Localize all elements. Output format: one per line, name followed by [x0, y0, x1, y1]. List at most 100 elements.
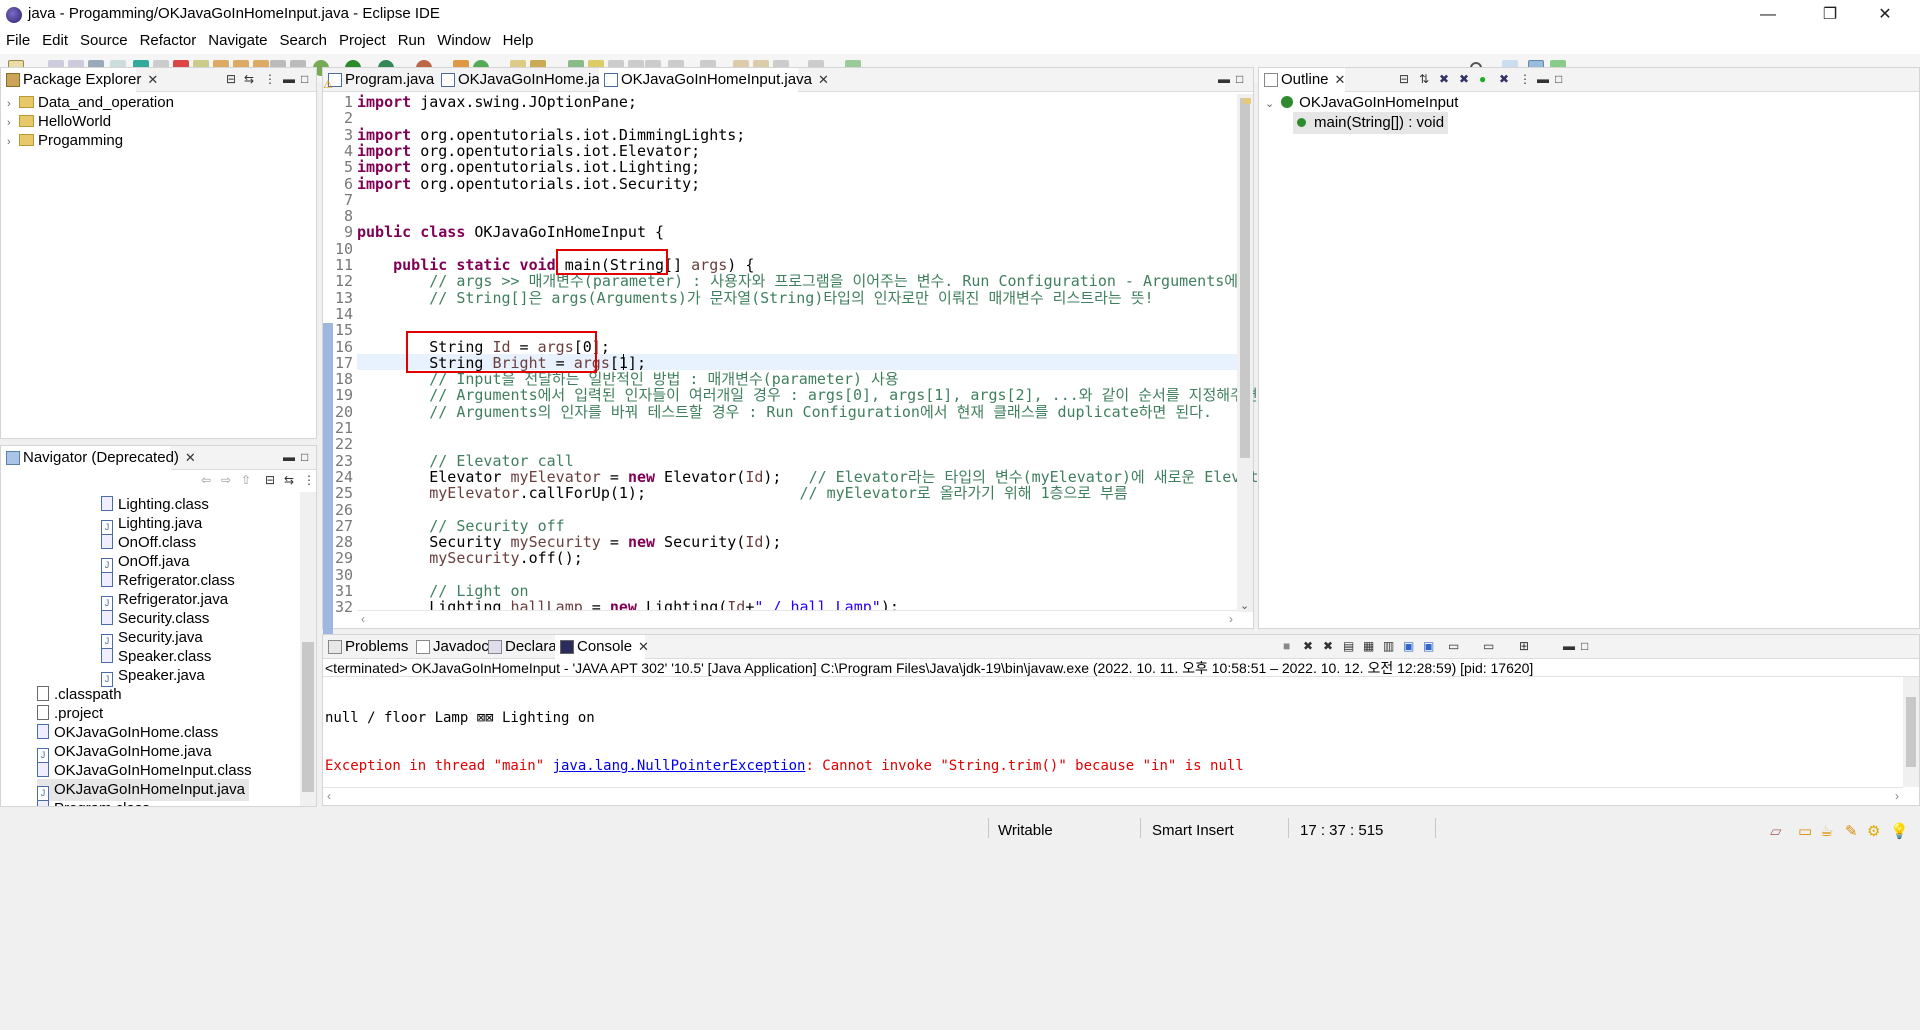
console-vertical-scrollbar[interactable] — [1903, 677, 1919, 787]
hide-static-icon[interactable]: ✖ — [1459, 72, 1469, 86]
maximize-view-icon[interactable]: □ — [301, 450, 308, 464]
gear-icon[interactable]: ⚙ — [1867, 822, 1880, 840]
outline-method-node[interactable]: main(String[]) : void — [1293, 112, 1449, 134]
editor-vertical-scrollbar[interactable]: ⌄ — [1237, 94, 1253, 612]
show-on-output-icon[interactable]: ▣ — [1403, 639, 1414, 653]
menu-edit[interactable]: Edit — [36, 30, 74, 49]
menu-source[interactable]: Source — [74, 30, 134, 49]
sort-icon[interactable]: ⇅ — [1419, 72, 1429, 86]
chevron-down-icon[interactable]: ⌄ — [1265, 93, 1277, 115]
chevron-down-icon[interactable]: ⌄ — [1240, 599, 1249, 612]
tab-program-java[interactable]: Program.java — [323, 68, 435, 92]
tab-console[interactable]: Console ✕ — [555, 635, 649, 659]
overview-marker[interactable] — [1243, 98, 1251, 104]
collapse-all-icon[interactable]: ⊟ — [265, 473, 275, 487]
tab-problems[interactable]: Problems — [323, 635, 411, 659]
menu-run[interactable]: Run — [392, 30, 432, 49]
terminate-console-icon[interactable]: ■ — [1283, 639, 1290, 653]
hide-fields-icon[interactable]: ✖ — [1439, 72, 1449, 86]
progress-icon[interactable]: ▱ — [1770, 822, 1782, 840]
open-console-icon[interactable]: ⊞ — [1519, 639, 1529, 653]
maximize-view-icon[interactable]: □ — [301, 72, 308, 86]
outline-class-node[interactable]: ⌄ OKJavaGoInHomeInput — [1265, 92, 1458, 114]
close-icon[interactable]: ✕ — [1335, 68, 1346, 92]
minimize-view-icon[interactable]: ▬ — [283, 450, 295, 464]
code-line: import org.opentutorials.iot.Security; — [357, 174, 701, 193]
tab-outline[interactable]: Outline ✕ — [1259, 68, 1345, 92]
minimize-view-icon[interactable]: ▬ — [1218, 72, 1230, 86]
remove-all-launches-icon[interactable]: ✖ — [1323, 639, 1333, 653]
link-editor-icon[interactable]: ⇆ — [244, 72, 254, 86]
menu-navigate[interactable]: Navigate — [202, 30, 273, 49]
tip-icon[interactable]: 💡 — [1890, 822, 1909, 840]
chevron-right-icon[interactable]: › — [7, 131, 19, 153]
scroll-thumb[interactable] — [1906, 697, 1916, 767]
display-console-icon[interactable]: ▭ — [1483, 639, 1494, 653]
project-folder-icon — [19, 134, 34, 146]
status-insert-mode[interactable]: Smart Insert — [1152, 822, 1234, 839]
show-on-error-icon[interactable]: ▣ — [1423, 639, 1434, 653]
close-icon[interactable]: ✕ — [185, 446, 196, 470]
code-line: import org.opentutorials.iot.Lighting; — [357, 158, 701, 177]
console-output[interactable]: null / floor Lamp ⊠⊠ Lighting on Excepti… — [325, 678, 1903, 787]
minimize-view-icon[interactable]: ▬ — [283, 72, 295, 86]
maximize-view-icon[interactable]: □ — [1581, 639, 1588, 653]
tab-package-explorer[interactable]: Package Explorer ✕ — [1, 68, 158, 92]
view-menu-icon[interactable]: ⋮ — [303, 473, 315, 487]
tab-okjavagoinhomeinput-java[interactable]: OKJavaGoInHomeInput.java ✕ — [599, 68, 829, 92]
maximize-view-icon[interactable]: □ — [1555, 72, 1562, 86]
console-horizontal-scrollbar[interactable]: ‹ › — [323, 787, 1903, 805]
menu-project[interactable]: Project — [333, 30, 392, 49]
editor-horizontal-scrollbar[interactable]: ‹ › — [357, 610, 1237, 628]
word-wrap-console-icon[interactable]: ▥ — [1383, 639, 1394, 653]
navigator-toolbar: ⇦ ⇨ ⇧ ⊟ ⇆ ⋮ — [1, 470, 316, 492]
scroll-lock-icon[interactable]: ▦ — [1363, 639, 1374, 653]
close-icon[interactable]: ✕ — [147, 68, 158, 92]
coffee-icon[interactable]: ☕ — [1820, 822, 1833, 840]
scroll-thumb[interactable] — [302, 642, 314, 792]
menu-file[interactable]: File — [0, 30, 36, 49]
tab-navigator[interactable]: Navigator (Deprecated) ✕ — [1, 446, 196, 470]
menu-window[interactable]: Window — [431, 30, 496, 49]
close-icon[interactable]: ✕ — [818, 68, 829, 92]
problems-icon — [328, 640, 342, 654]
navigator-item[interactable]: Program.class — [37, 798, 150, 806]
hide-nonpublic-icon[interactable]: ● — [1479, 72, 1486, 86]
scroll-left-icon[interactable]: ‹ — [327, 789, 331, 803]
back-arrow-icon[interactable]: ⇦ — [201, 473, 211, 487]
forward-arrow-icon[interactable]: ⇨ — [221, 473, 231, 487]
up-arrow-icon[interactable]: ⇧ — [241, 473, 251, 487]
hide-local-types-icon[interactable]: ✖ — [1499, 72, 1509, 86]
minimize-button[interactable]: — — [1745, 0, 1791, 30]
close-window-button[interactable]: ✕ — [1862, 0, 1908, 30]
warning-icon: ⚠ — [323, 79, 333, 91]
tree-item-progamming[interactable]: › Progamming — [7, 130, 123, 152]
console-icon — [560, 640, 574, 654]
tab-okjavagoinhome-java[interactable]: OKJavaGoInHome.java — [436, 68, 616, 92]
maximize-view-icon[interactable]: □ — [1236, 72, 1243, 86]
menu-help[interactable]: Help — [497, 30, 540, 49]
view-menu-icon[interactable]: ⋮ — [264, 72, 276, 86]
tab-javadoc[interactable]: Javadoc — [411, 635, 489, 659]
remove-launch-icon[interactable]: ✖ — [1303, 639, 1313, 653]
scroll-thumb[interactable] — [1240, 98, 1250, 458]
menu-search[interactable]: Search — [273, 30, 333, 49]
scroll-left-icon[interactable]: ‹ — [361, 612, 365, 626]
link-editor-icon[interactable]: ⇆ — [284, 473, 294, 487]
clear-console-icon[interactable]: ▤ — [1343, 639, 1354, 653]
minimize-view-icon[interactable]: ▬ — [1537, 72, 1549, 86]
collapse-all-icon[interactable]: ⊟ — [1399, 72, 1409, 86]
sync-icon[interactable]: ▭ — [1798, 822, 1812, 840]
pin-console-icon[interactable]: ▭ — [1448, 639, 1459, 653]
navigator-scrollbar[interactable] — [300, 492, 316, 806]
pen-icon[interactable]: ✎ — [1845, 822, 1858, 840]
scroll-right-icon[interactable]: › — [1229, 612, 1233, 626]
exception-link[interactable]: java.lang.NullPointerException — [553, 758, 806, 774]
maximize-button[interactable]: ❐ — [1807, 0, 1853, 30]
menu-refactor[interactable]: Refactor — [134, 30, 203, 49]
scroll-right-icon[interactable]: › — [1895, 789, 1899, 803]
close-icon[interactable]: ✕ — [638, 635, 649, 659]
minimize-view-icon[interactable]: ▬ — [1563, 639, 1575, 653]
view-menu-icon[interactable]: ⋮ — [1519, 72, 1531, 86]
collapse-all-icon[interactable]: ⊟ — [226, 72, 236, 86]
